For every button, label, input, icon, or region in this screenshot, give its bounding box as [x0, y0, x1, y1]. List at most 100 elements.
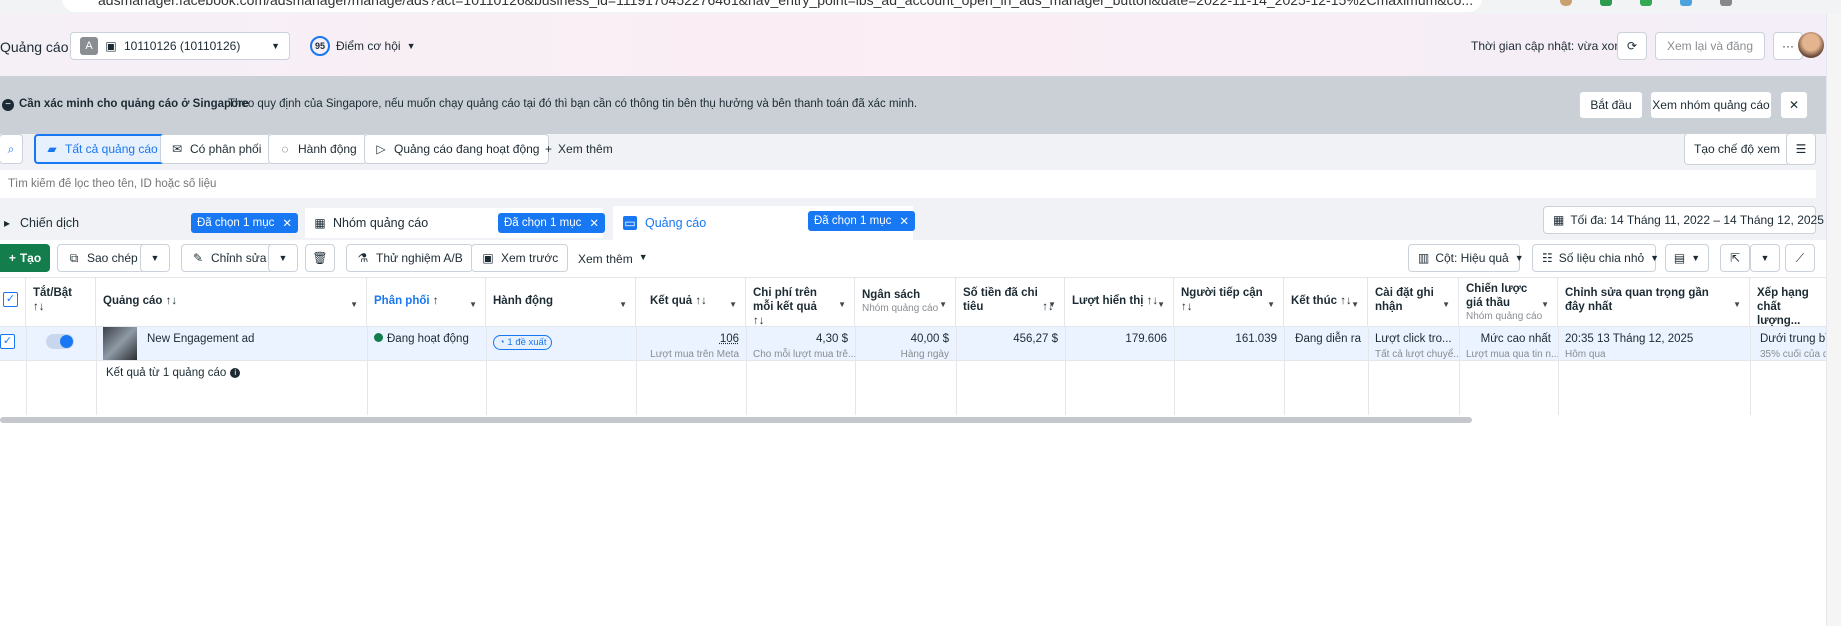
bid-value: Mức cao nhất: [1480, 333, 1551, 345]
cell-actions[interactable]: ◔ 1 đề xuất: [486, 327, 636, 361]
create-view-button[interactable]: Tạo chế độ xem: [1684, 133, 1791, 165]
adset-selected-chip[interactable]: Đã chọn 1 mục ✕: [498, 213, 605, 233]
export-button[interactable]: ⇱: [1720, 244, 1750, 272]
duplicate-button[interactable]: ⧉ Sao chép: [57, 244, 148, 272]
delete-button[interactable]: 🗑: [305, 244, 335, 272]
create-button[interactable]: + Tạo: [0, 244, 50, 272]
extension-icon[interactable]: [1600, 0, 1612, 6]
report-icon: ▤: [1673, 251, 1686, 265]
close-icon[interactable]: ✕: [282, 216, 292, 230]
budget-sub: Hàng ngày: [900, 349, 949, 360]
date-range-label: Tối đa: 14 Tháng 11, 2022 – 14 Tháng 12,…: [1570, 213, 1824, 227]
chart-icon: ⟋: [1795, 251, 1805, 265]
vertical-scrollbar[interactable]: [1826, 14, 1841, 626]
search-input[interactable]: [0, 170, 1816, 198]
breakdown-label: Số liệu chia nhỏ: [1558, 251, 1645, 265]
checkbox-checked-icon[interactable]: ✓: [3, 292, 18, 307]
ad-selected-chip[interactable]: Đã chọn 1 mục ✕: [808, 211, 915, 231]
edit-button[interactable]: ✎ Chỉnh sửa: [181, 244, 277, 272]
recommendation-badge[interactable]: ◔ 1 đề xuất: [493, 335, 553, 350]
horizontal-scrollbar[interactable]: [0, 417, 1472, 423]
header-results-label: Kết quả: [650, 295, 693, 307]
sliders-icon: ☰: [1795, 142, 1807, 156]
export-dropdown[interactable]: ▼: [1750, 244, 1780, 272]
campaign-selected-label: Đã chọn 1 mục: [197, 217, 275, 229]
score-badge: 95: [310, 36, 330, 56]
extension-icon[interactable]: [1680, 0, 1692, 6]
date-range-picker[interactable]: ▦ Tối đa: 14 Tháng 11, 2022 – 14 Tháng 1…: [1543, 206, 1839, 234]
see-more-filters[interactable]: + Xem thêm: [545, 142, 613, 156]
view-adsets-button[interactable]: Xem nhóm quảng cáo: [1650, 91, 1772, 119]
row-checkbox[interactable]: ✓: [0, 334, 15, 349]
column-divider: [1065, 327, 1066, 415]
url-bar[interactable]: adsmanager.facebook.com/adsmanager/manag…: [62, 0, 1482, 12]
preview-button[interactable]: ▣ Xem trước: [471, 244, 569, 272]
header-attribution-label: Cài đặt ghi nhận: [1375, 287, 1434, 313]
ad-icon: ▭: [623, 216, 637, 230]
column-divider: [96, 327, 97, 415]
review-publish-button[interactable]: Xem lại và đăng: [1655, 32, 1765, 60]
search-toggle-button[interactable]: ⌕: [0, 134, 23, 164]
header-cost-per-result[interactable]: Chi phí trên mỗi kết quả ↑↓ ▼: [746, 277, 855, 327]
cell-ad-name[interactable]: New Engagement ad: [140, 327, 360, 361]
breakdown-button[interactable]: ☷ Số liệu chia nhỏ ▼: [1532, 244, 1659, 272]
filter-actions[interactable]: ◌ Hành động: [268, 134, 367, 164]
header-impressions[interactable]: Lượt hiển thị ↑↓ ▼: [1065, 277, 1174, 327]
preview-icon: ▣: [482, 251, 494, 265]
cell-ends: Đang diễn ra: [1284, 327, 1368, 361]
header-attribution[interactable]: Cài đặt ghi nhận ▼: [1368, 277, 1459, 327]
header-reach[interactable]: Người tiếp cận ↑↓ ▼: [1174, 277, 1284, 327]
header-toggle[interactable]: Tắt/Bật ↑↓: [26, 277, 96, 327]
opportunity-score[interactable]: 95 Điểm cơ hội ▼: [310, 36, 415, 56]
header-quality[interactable]: Xếp hạng chất lượng...: [1750, 277, 1826, 327]
filter-has-delivery[interactable]: ✉ Có phân phối: [160, 134, 272, 164]
header-bid-strategy[interactable]: Chiến lược giá thầu Nhóm quảng cáo ▼: [1459, 277, 1558, 327]
columns-button[interactable]: ▥ Cột: Hiệu quả ▼: [1408, 244, 1524, 272]
cell-results: 106 Lượt mua trên Meta: [636, 327, 746, 361]
export-icon: ⇱: [1729, 251, 1741, 265]
header-ad[interactable]: Quảng cáo ↑↓ ▼: [96, 277, 367, 327]
refresh-button[interactable]: ⟳: [1617, 32, 1647, 60]
edit-dropdown[interactable]: ▼: [268, 244, 298, 272]
close-banner-button[interactable]: ✕: [1780, 91, 1808, 119]
info-icon[interactable]: i: [230, 368, 241, 378]
campaign-selected-chip[interactable]: Đã chọn 1 mục ✕: [191, 213, 298, 233]
filter-all-ads[interactable]: ▰ Tất cả quảng cáo: [34, 134, 169, 164]
close-icon[interactable]: ✕: [899, 214, 909, 228]
ab-test-button[interactable]: ⚗ Thử nghiệm A/B: [346, 244, 473, 272]
header-actions[interactable]: Hành động ▼: [486, 277, 636, 327]
header-last-edit[interactable]: Chỉnh sửa quan trọng gần đây nhất ▼: [1558, 277, 1750, 327]
filter-active-ads-label: Quảng cáo đang hoạt động: [394, 142, 540, 156]
row-toggle[interactable]: [46, 334, 74, 349]
header-budget[interactable]: Ngân sách Nhóm quảng cáo ▼: [855, 277, 956, 327]
duplicate-dropdown[interactable]: ▼: [140, 244, 170, 272]
extension-icon[interactable]: [1640, 0, 1652, 6]
avatar[interactable]: [1798, 32, 1824, 58]
extension-icon[interactable]: [1560, 0, 1572, 6]
select-all-header[interactable]: ✓: [0, 277, 26, 327]
filter-active-ads[interactable]: ▷ Quảng cáo đang hoạt động: [364, 134, 550, 164]
ad-account-icon: ▣: [105, 39, 117, 53]
close-icon[interactable]: ✕: [589, 216, 599, 230]
toolbar-see-more[interactable]: Xem thêm ▼: [578, 252, 648, 266]
filter-has-delivery-label: Có phân phối: [190, 142, 262, 156]
header-ends[interactable]: Kết thúc ↑↓ ▼: [1284, 277, 1368, 327]
start-button[interactable]: Bắt đầu: [1579, 91, 1643, 119]
view-settings-button[interactable]: ☰: [1786, 133, 1816, 165]
charts-button[interactable]: ⟋: [1785, 244, 1815, 272]
page-title: Quảng cáo: [0, 39, 69, 55]
header-amount-spent[interactable]: Số tiền đã chi tiêu ↑↓ ▼: [956, 277, 1065, 327]
chevron-down-icon: ▼: [1351, 300, 1359, 309]
account-selector[interactable]: A ▣ 10110126 (10110126) ▼: [70, 32, 290, 60]
edit-label: Chỉnh sửa: [211, 251, 267, 265]
ad-thumbnail: [103, 327, 137, 360]
header-results[interactable]: Kết quả ↑↓ ▼: [636, 277, 746, 327]
chevron-down-icon: ▼: [1514, 253, 1524, 263]
extension-icon[interactable]: [1720, 0, 1732, 6]
reports-button[interactable]: ▤ ▼: [1665, 244, 1709, 272]
trash-icon: 🗑: [312, 251, 328, 265]
header-delivery[interactable]: Phân phối ↑ ▼: [367, 277, 486, 327]
results-sub: Lượt mua trên Meta: [650, 349, 739, 360]
verification-banner: − Cần xác minh cho quảng cáo ở Singapore…: [0, 76, 1826, 134]
ad-name-link[interactable]: New Engagement ad: [147, 333, 254, 345]
